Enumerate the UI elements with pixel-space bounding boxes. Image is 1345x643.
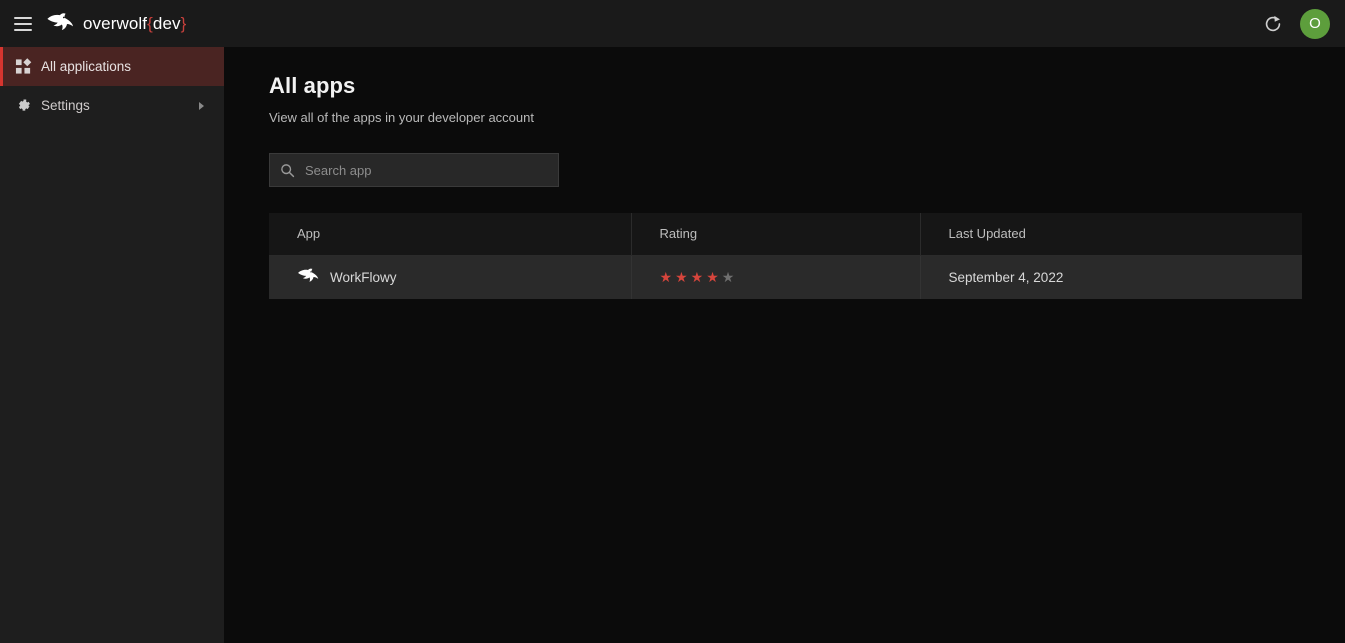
gear-icon: [14, 97, 32, 115]
star-empty-icon: ★: [721, 269, 735, 286]
hamburger-menu-icon[interactable]: [14, 16, 32, 31]
hamburger-line: [14, 16, 32, 19]
star-filled-icon: ★: [659, 269, 673, 286]
column-header-rating[interactable]: Rating: [631, 213, 921, 256]
apps-table: App Rating Last Updated WorkFlowy ★ ★ ★ …: [269, 213, 1302, 299]
sidebar-item-label: All applications: [41, 59, 132, 74]
star-filled-icon: ★: [706, 269, 719, 286]
brand-dev-word: dev: [152, 13, 181, 33]
brand-name: overwolf: [83, 13, 148, 33]
search-input[interactable]: [305, 162, 548, 178]
app-cell-content: WorkFlowy: [297, 267, 631, 287]
cell-app: WorkFlowy: [269, 255, 632, 299]
brand-text: overwolf{dev}: [83, 14, 186, 34]
brand-logo-group[interactable]: overwolf{dev}: [46, 12, 186, 36]
overwolf-wolf-icon: [47, 12, 74, 30]
column-header-app[interactable]: App: [269, 213, 632, 256]
sidebar-item-settings[interactable]: Settings: [0, 86, 224, 125]
top-bar-actions: O: [1262, 8, 1345, 39]
page-subtitle: View all of the apps in your developer a…: [269, 110, 534, 125]
user-avatar[interactable]: O: [1300, 8, 1330, 39]
search-box[interactable]: [269, 153, 559, 187]
table-header-row: App Rating Last Updated: [269, 213, 1302, 256]
column-header-last-updated[interactable]: Last Updated: [920, 213, 1302, 256]
page-title: All apps: [269, 73, 356, 98]
overwolf-wolf-icon: [298, 268, 319, 283]
sidebar: All applications Settings: [0, 47, 224, 643]
app-name: WorkFlowy: [330, 269, 397, 285]
refresh-icon[interactable]: [1262, 13, 1284, 35]
chevron-right-icon: [199, 101, 204, 110]
top-bar: overwolf{dev} O: [0, 0, 1345, 47]
table-row[interactable]: WorkFlowy ★ ★ ★ ★ ★ September 4, 2022: [269, 255, 1302, 299]
sidebar-item-label: Settings: [41, 98, 90, 113]
rating-stars: ★ ★ ★ ★ ★: [660, 270, 920, 284]
star-filled-icon: ★: [675, 269, 688, 286]
cell-rating: ★ ★ ★ ★ ★: [631, 255, 921, 299]
apps-grid-icon: [14, 58, 32, 76]
brand-brace-close: }: [180, 13, 187, 33]
hamburger-line: [14, 22, 32, 25]
hamburger-line: [14, 28, 32, 31]
sidebar-item-all-applications[interactable]: All applications: [0, 47, 224, 86]
search-icon: [281, 163, 295, 177]
main-content: All apps View all of the apps in your de…: [224, 47, 1345, 643]
cell-last-updated: September 4, 2022: [920, 255, 1302, 299]
star-filled-icon: ★: [690, 269, 704, 286]
